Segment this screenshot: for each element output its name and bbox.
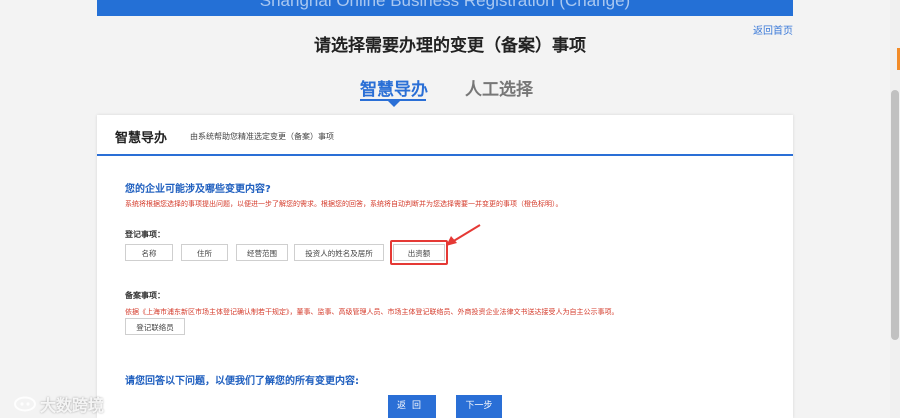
item-name-button[interactable]: 名称 — [125, 244, 173, 261]
watermark-logo-icon — [14, 396, 36, 412]
vertical-scrollbar[interactable] — [890, 0, 900, 418]
question-answer-prompt: 请您回答以下问题，以便我们了解您的所有变更内容: — [125, 376, 359, 387]
question-change-content: 您的企业可能涉及哪些变更内容? — [125, 184, 271, 195]
item-business-scope-button[interactable]: 经营范围 — [236, 244, 288, 261]
card-header: 智慧导办 由系统帮助您精准选定变更（备案）事项 — [97, 115, 793, 156]
active-tab-caret-icon — [388, 101, 400, 107]
scrollbar-thumb[interactable] — [891, 90, 899, 340]
annotation-highlight-box — [390, 240, 448, 265]
tab-smart-guide[interactable]: 智慧导办 — [360, 75, 428, 100]
back-button[interactable]: 返回 — [388, 395, 436, 418]
smart-guide-card: 智慧导办 由系统帮助您精准选定变更（备案）事项 您的企业可能涉及哪些变更内容? … — [97, 115, 793, 418]
top-banner: Shanghai Online Business Registration (C… — [97, 0, 793, 16]
watermark-text: 大数跨境 — [40, 396, 105, 415]
card-title: 智慧导办 — [115, 131, 168, 146]
banner-title: Shanghai Online Business Registration (C… — [259, 0, 631, 10]
watermark: 大数跨境 — [14, 392, 104, 416]
filing-note: 依据《上海市浦东新区市场主体登记确认制若干规定》，董事、监事、高级管理人员、市场… — [125, 308, 619, 316]
page-title: 请选择需要办理的变更（备案）事项 — [314, 36, 586, 56]
registration-label: 登记事项： — [125, 230, 165, 239]
filing-label: 备案事项： — [125, 291, 165, 300]
selection-note: 系统将根据您选择的事项提出问题，以便进一步了解您的需求。根据您的回答，系统将自动… — [125, 200, 563, 208]
item-investor-name-residence-button[interactable]: 投资人的姓名及居所 — [294, 244, 384, 261]
item-address-button[interactable]: 住所 — [181, 244, 228, 261]
item-registration-contact-button[interactable]: 登记联络员 — [125, 318, 185, 335]
card-subtitle: 由系统帮助您精准选定变更（备案）事项 — [190, 132, 334, 141]
annotation-arrow-icon — [446, 224, 481, 246]
tab-manual-select[interactable]: 人工选择 — [465, 75, 533, 100]
next-button[interactable]: 下一步 — [456, 395, 502, 418]
